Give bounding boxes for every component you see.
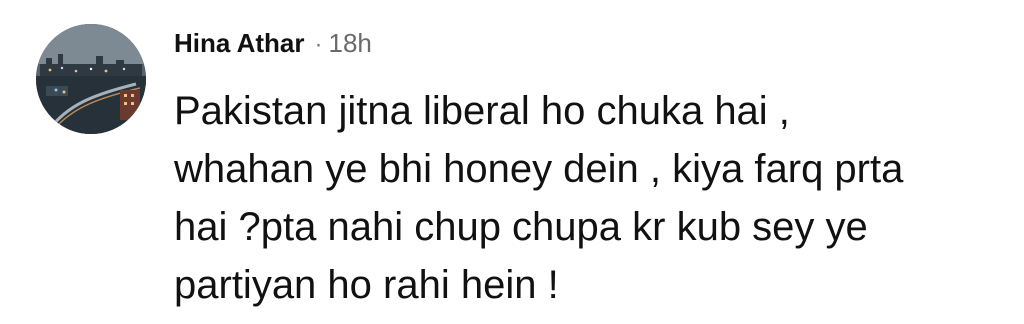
- avatar[interactable]: [36, 24, 146, 134]
- comment-text-line: partiyan ho rahi hein !: [174, 263, 559, 307]
- comment: Hina Athar · 18h Pakistan jitna liberal …: [0, 0, 1024, 324]
- comment-text-line: whahan ye bhi honey dein , kiya farq prt…: [174, 147, 904, 191]
- timestamp[interactable]: 18h: [329, 28, 372, 59]
- comment-text: Pakistan jitna liberal ho chuka hai , wh…: [174, 82, 1004, 314]
- comment-text-line: hai ?pta nahi chup chupa kr kub sey ye: [174, 205, 868, 249]
- separator-dot: ·: [314, 31, 323, 58]
- comment-text-line: Pakistan jitna liberal ho chuka hai ,: [174, 89, 790, 133]
- author-name[interactable]: Hina Athar: [174, 28, 305, 59]
- comment-header: Hina Athar · 18h: [174, 28, 372, 64]
- profile-photo-icon: [36, 24, 146, 134]
